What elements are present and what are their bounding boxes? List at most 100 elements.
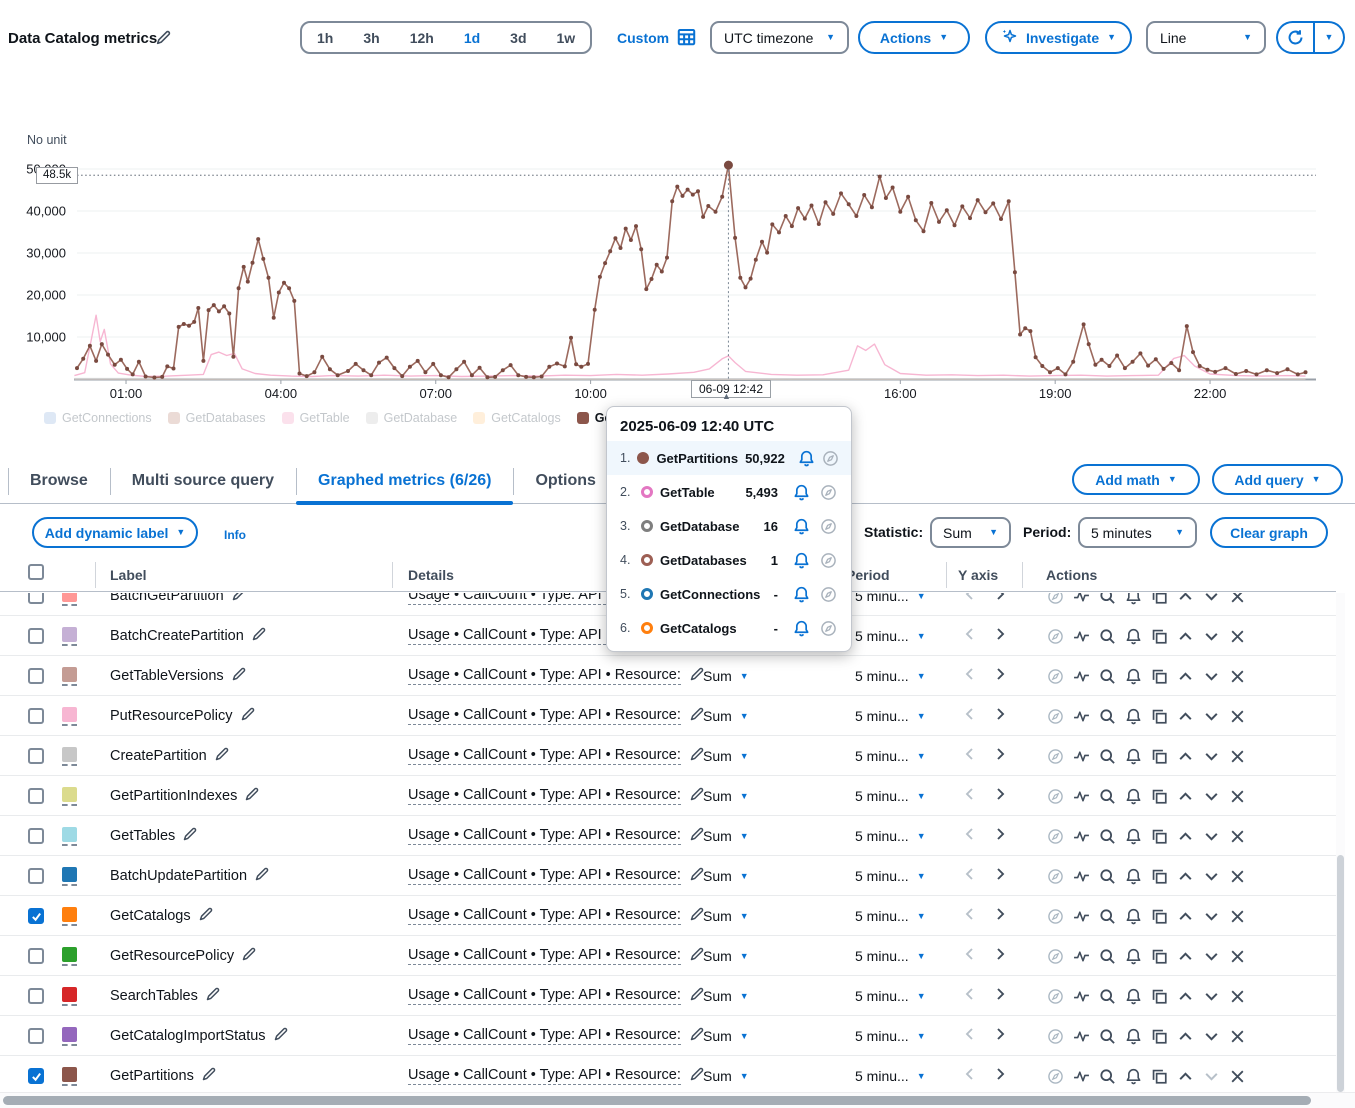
metric-details[interactable]: Usage • CallCount • Type: API • Resource… — [408, 747, 681, 765]
row-statistic-dropdown[interactable]: Sum▼ — [703, 776, 749, 816]
investigate-compass-icon[interactable] — [818, 552, 838, 569]
row-period-dropdown[interactable]: 5 minu...▼ — [855, 616, 926, 656]
anomaly-pulse-icon[interactable] — [1068, 788, 1094, 805]
duplicate-icon[interactable] — [1146, 868, 1172, 885]
zoom-search-icon[interactable] — [1094, 628, 1120, 645]
edit-label-pencil-icon[interactable] — [198, 906, 214, 926]
statistic-dropdown[interactable]: Sum▼ — [930, 517, 1011, 548]
y-axis-right-icon[interactable] — [992, 593, 1008, 607]
metric-details[interactable]: Usage • CallCount • Type: API • Resource… — [408, 987, 681, 1005]
horizontal-scrollbar-thumb[interactable] — [3, 1096, 1311, 1105]
edit-title-pencil-icon[interactable] — [155, 29, 172, 46]
row-period-dropdown[interactable]: 5 minu...▼ — [855, 856, 926, 896]
edit-label-pencil-icon[interactable] — [182, 826, 198, 846]
chart-canvas[interactable]: 10,00020,00030,00040,00050,00001:0004:00… — [0, 120, 1355, 412]
edit-label-pencil-icon[interactable] — [273, 1026, 289, 1046]
metric-details[interactable]: Usage • CallCount • Type: API • Resource… — [408, 947, 681, 965]
duplicate-icon[interactable] — [1146, 948, 1172, 965]
alarm-bell-icon[interactable] — [1120, 988, 1146, 1005]
remove-x-icon[interactable] — [1224, 593, 1250, 605]
investigate-compass-icon[interactable] — [822, 450, 839, 467]
edit-label-pencil-icon[interactable] — [231, 666, 247, 686]
anomaly-pulse-icon[interactable] — [1068, 828, 1094, 845]
anomaly-pulse-icon[interactable] — [1068, 628, 1094, 645]
duplicate-icon[interactable] — [1146, 908, 1172, 925]
anomaly-pulse-icon[interactable] — [1068, 748, 1094, 765]
row-period-dropdown[interactable]: 5 minu...▼ — [855, 1056, 926, 1094]
anomaly-pulse-icon[interactable] — [1068, 908, 1094, 925]
calendar-icon[interactable] — [677, 27, 696, 49]
row-statistic-dropdown[interactable]: Sum▼ — [703, 856, 749, 896]
alarm-bell-icon[interactable] — [1120, 628, 1146, 645]
edit-label-pencil-icon[interactable] — [251, 626, 267, 646]
row-statistic-dropdown[interactable]: Sum▼ — [703, 816, 749, 856]
zoom-search-icon[interactable] — [1094, 908, 1120, 925]
row-checkbox[interactable] — [28, 908, 44, 924]
anomaly-pulse-icon[interactable] — [1068, 708, 1094, 725]
duplicate-icon[interactable] — [1146, 788, 1172, 805]
chart-type-dropdown[interactable]: Line▼ — [1146, 21, 1266, 54]
alarm-bell-icon[interactable] — [1120, 1028, 1146, 1045]
row-checkbox[interactable] — [28, 593, 44, 604]
y-axis-right-icon[interactable] — [992, 906, 1008, 927]
edit-label-pencil-icon[interactable] — [244, 786, 260, 806]
metric-details[interactable]: Usage • CallCount • Type: API • Resource… — [408, 1067, 681, 1085]
metric-color-swatch[interactable] — [62, 987, 77, 1006]
move-up-icon[interactable] — [1172, 908, 1198, 925]
move-up-icon[interactable] — [1172, 708, 1198, 725]
zoom-search-icon[interactable] — [1094, 708, 1120, 725]
select-all-checkbox[interactable] — [28, 564, 44, 580]
time-range-button[interactable]: 12h — [395, 23, 449, 52]
time-range-button[interactable]: 1d — [449, 23, 495, 52]
zoom-search-icon[interactable] — [1094, 668, 1120, 685]
metric-details[interactable]: Usage • CallCount • Type: API • Resource… — [408, 707, 681, 725]
move-down-icon[interactable] — [1198, 1068, 1224, 1085]
alarm-bell-icon[interactable] — [1120, 908, 1146, 925]
row-statistic-dropdown[interactable]: Sum▼ — [703, 936, 749, 976]
move-down-icon[interactable] — [1198, 668, 1224, 685]
zoom-search-icon[interactable] — [1094, 828, 1120, 845]
timezone-dropdown[interactable]: UTC timezone▼ — [710, 21, 849, 54]
move-up-icon[interactable] — [1172, 988, 1198, 1005]
move-up-icon[interactable] — [1172, 668, 1198, 685]
move-down-icon[interactable] — [1198, 593, 1224, 605]
tab[interactable]: Options — [513, 459, 617, 503]
zoom-search-icon[interactable] — [1094, 788, 1120, 805]
info-link[interactable]: Info — [224, 528, 246, 542]
create-alarm-bell-icon[interactable] — [791, 518, 811, 535]
row-period-dropdown[interactable]: 5 minu...▼ — [855, 696, 926, 736]
remove-x-icon[interactable] — [1224, 868, 1250, 885]
y-axis-right-icon[interactable] — [992, 746, 1008, 767]
zoom-search-icon[interactable] — [1094, 988, 1120, 1005]
investigate-compass-icon[interactable] — [818, 518, 838, 535]
metric-color-swatch[interactable] — [62, 867, 77, 886]
time-range-button[interactable]: 3d — [495, 23, 541, 52]
legend-item[interactable]: GetCatalogs — [473, 411, 560, 425]
metric-color-swatch[interactable] — [62, 827, 77, 846]
remove-x-icon[interactable] — [1224, 748, 1250, 765]
legend-item[interactable]: GetDatabase — [366, 411, 458, 425]
alarm-bell-icon[interactable] — [1120, 668, 1146, 685]
y-axis-right-icon[interactable] — [992, 626, 1008, 647]
duplicate-icon[interactable] — [1146, 828, 1172, 845]
time-range-button[interactable]: 1h — [302, 23, 348, 52]
add-dynamic-label-dropdown-button[interactable]: Add dynamic label▼ — [32, 517, 198, 548]
row-checkbox[interactable] — [28, 708, 44, 724]
duplicate-icon[interactable] — [1146, 708, 1172, 725]
investigate-compass-icon[interactable] — [818, 620, 838, 637]
metric-details[interactable]: Usage • CallCount • Type: API • Resource… — [408, 827, 681, 845]
metric-color-swatch[interactable] — [62, 667, 77, 686]
move-down-icon[interactable] — [1198, 748, 1224, 765]
move-up-icon[interactable] — [1172, 628, 1198, 645]
row-statistic-dropdown[interactable]: Sum▼ — [703, 736, 749, 776]
row-checkbox[interactable] — [28, 748, 44, 764]
anomaly-pulse-icon[interactable] — [1068, 593, 1094, 605]
remove-x-icon[interactable] — [1224, 628, 1250, 645]
tab[interactable]: Multi source query — [110, 459, 296, 503]
y-axis-right-icon[interactable] — [992, 986, 1008, 1007]
edit-label-pencil-icon[interactable] — [231, 593, 247, 606]
zoom-search-icon[interactable] — [1094, 748, 1120, 765]
create-alarm-bell-icon[interactable] — [791, 552, 811, 569]
row-statistic-dropdown[interactable]: Sum▼ — [703, 656, 749, 696]
row-period-dropdown[interactable]: 5 minu...▼ — [855, 1016, 926, 1056]
